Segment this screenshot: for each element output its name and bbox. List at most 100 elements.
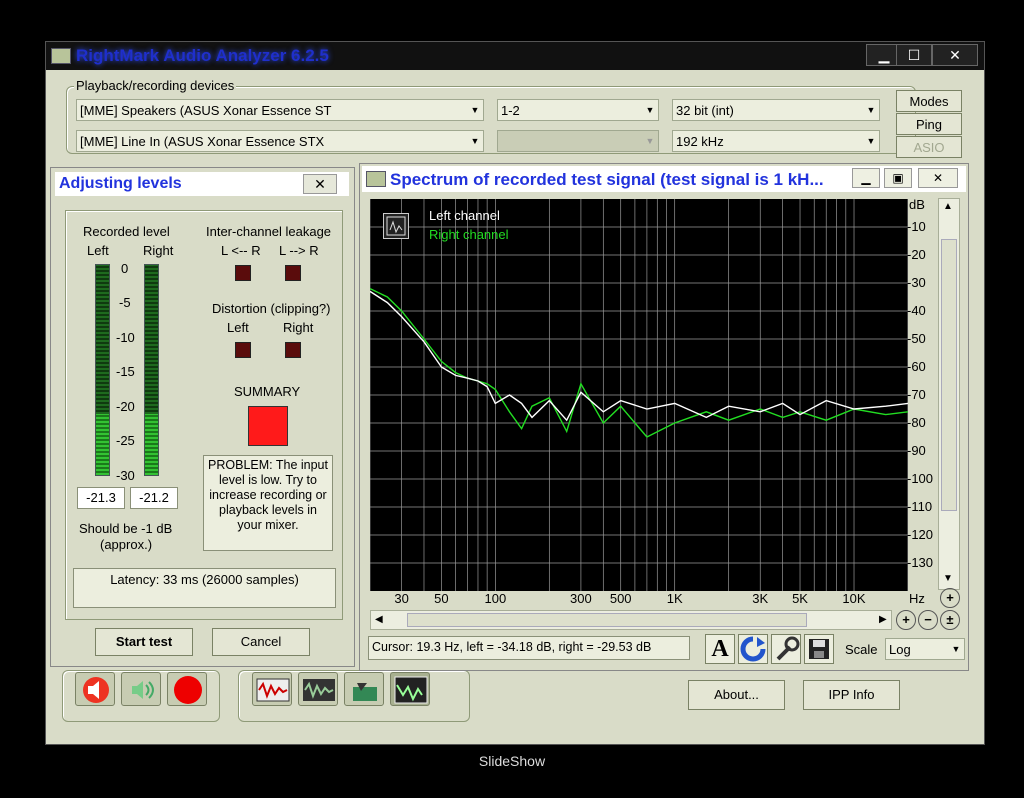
meter-scale-10: -10 [116, 330, 135, 345]
scroll-up-icon[interactable]: ▲ [943, 201, 953, 212]
right-meter-inactive [145, 265, 158, 415]
close-button[interactable]: ✕ [932, 44, 978, 66]
scale-select[interactable]: Log ▼ [885, 638, 965, 660]
horizontal-scrollbar[interactable]: ◀ ▶ [370, 610, 892, 630]
settings-wrench-icon[interactable] [771, 634, 801, 664]
y-tick-label: -120 [907, 527, 934, 542]
recording-device-select[interactable]: [MME] Line In (ASUS Xonar Essence STX ▼ [76, 130, 484, 152]
spectrum-minimize-button[interactable]: ▁ [852, 168, 880, 188]
x-axis-unit: Hz [909, 591, 925, 606]
leakage-lr-label: L <-- R [221, 243, 261, 258]
spectrum-restore-button[interactable]: ▣ [884, 168, 912, 188]
y-tick-label: -110 [907, 499, 933, 514]
vertical-scroll-thumb[interactable] [941, 239, 957, 511]
record-icon-glyph [174, 676, 202, 704]
vertical-scrollbar[interactable]: ▲ ▼ [938, 198, 960, 590]
maximize-button[interactable]: ☐ [896, 44, 932, 66]
start-test-button[interactable]: Start test [95, 628, 193, 656]
y-tick-label: -10 [907, 219, 926, 234]
bit-depth-select[interactable]: 32 bit (int) ▼ [672, 99, 880, 121]
horizontal-scroll-thumb[interactable] [407, 613, 807, 627]
left-meter-fill [96, 414, 109, 475]
font-icon-glyph: A [711, 636, 729, 662]
playback-channels-select[interactable]: 1-2 ▼ [497, 99, 659, 121]
playback-device-select[interactable]: [MME] Speakers (ASUS Xonar Essence ST ▼ [76, 99, 484, 121]
chevron-down-icon: ▼ [645, 136, 655, 146]
y-tick-label: -70 [907, 387, 926, 402]
left-level-value: -21.3 [77, 487, 125, 509]
spectrum-plot[interactable]: Left channel Right channel [369, 199, 909, 591]
scroll-left-icon[interactable]: ◀ [375, 614, 383, 625]
meter-scale-0: 0 [121, 261, 129, 276]
record-icon[interactable] [167, 672, 207, 706]
x-tick-label: 50 [434, 591, 449, 606]
chevron-down-icon: ▼ [470, 136, 480, 146]
target-level-label: Should be -1 dB [79, 521, 173, 536]
distortion-right-label: Right [283, 320, 314, 335]
recording-device-value: [MME] Line In (ASUS Xonar Essence STX [80, 134, 325, 149]
ping-button[interactable]: Ping [896, 113, 962, 135]
zoom-reset-icon[interactable]: ± [940, 610, 960, 630]
spectrum-title-bar: Spectrum of recorded test signal (test s… [362, 166, 966, 192]
y-tick-label: -60 [907, 359, 926, 374]
y-tick-label: -80 [907, 415, 926, 430]
spectrum-close-button[interactable]: ✕ [918, 168, 958, 188]
right-meter-label: Right [143, 243, 174, 258]
spectrum-icon[interactable] [298, 672, 338, 706]
recorded-level-label: Recorded level [83, 224, 170, 239]
distortion-left-label: Left [227, 320, 249, 335]
zoom-fit-icon[interactable]: + [940, 588, 960, 608]
speaker-mute-icon-glyph [83, 677, 109, 703]
zoom-out-icon[interactable]: − [918, 610, 938, 630]
sample-rate-select[interactable]: 192 kHz ▼ [672, 130, 880, 152]
right-level-value: -21.2 [130, 487, 178, 509]
leakage-lr-led [235, 265, 251, 281]
x-tick-label: 500 [609, 591, 632, 606]
open-file-icon[interactable] [344, 672, 384, 706]
spectrum-window: Spectrum of recorded test signal (test s… [359, 163, 969, 671]
adjust-close-button[interactable]: ✕ [303, 174, 337, 194]
save-icon[interactable] [804, 634, 834, 664]
scroll-right-icon[interactable]: ▶ [879, 614, 887, 625]
speaker-mute-icon[interactable] [75, 672, 115, 706]
spectrum-icon-glyph [303, 679, 335, 701]
speaker-wave-icon[interactable] [121, 672, 161, 706]
leakage-label: Inter-channel leakage [206, 224, 332, 239]
waveform-icon-glyph [256, 678, 290, 702]
about-button[interactable]: About... [688, 680, 785, 710]
spectrum-window-icon [366, 171, 386, 187]
graph-window-icon[interactable] [390, 672, 430, 706]
x-tick-label: 30 [394, 591, 409, 606]
summary-label: SUMMARY [234, 384, 301, 399]
y-tick-label: -130 [907, 555, 934, 570]
zoom-in-icon[interactable]: + [896, 610, 916, 630]
left-meter-label: Left [87, 243, 109, 258]
y-tick-label: -30 [907, 275, 926, 290]
latency-display: Latency: 33 ms (26000 samples) [73, 568, 336, 608]
scroll-down-icon[interactable]: ▼ [943, 573, 953, 584]
app-waveform-icon [51, 48, 71, 64]
refresh-icon[interactable] [738, 634, 768, 664]
chart-legend-icon[interactable] [383, 213, 409, 239]
title-bar: RightMark Audio Analyzer 6.2.5 ▁ ☐ ✕ [46, 42, 984, 70]
cancel-button[interactable]: Cancel [212, 628, 310, 656]
y-tick-label: -90 [907, 443, 926, 458]
chevron-down-icon: ▼ [645, 105, 655, 115]
left-level-meter [95, 264, 110, 476]
font-icon[interactable]: A [705, 634, 735, 664]
speaker-wave-icon-glyph [132, 681, 154, 699]
chevron-down-icon: ▼ [951, 644, 961, 654]
modes-button[interactable]: Modes [896, 90, 962, 112]
distortion-left-led [235, 342, 251, 358]
adjusting-levels-dialog: Adjusting levels ✕ Recorded level Left R… [50, 167, 355, 667]
waveform-icon[interactable] [252, 672, 292, 706]
left-meter-inactive [96, 265, 109, 415]
asio-button[interactable]: ASIO [896, 136, 962, 158]
ipp-info-button[interactable]: IPP Info [803, 680, 900, 710]
spectrum-title: Spectrum of recorded test signal (test s… [390, 170, 824, 189]
graph-window-icon-glyph [394, 676, 428, 704]
y-tick-label: -20 [907, 247, 926, 262]
recording-channels-select[interactable]: ▼ [497, 130, 659, 152]
right-level-meter [144, 264, 159, 476]
scale-value: Log [889, 642, 911, 657]
